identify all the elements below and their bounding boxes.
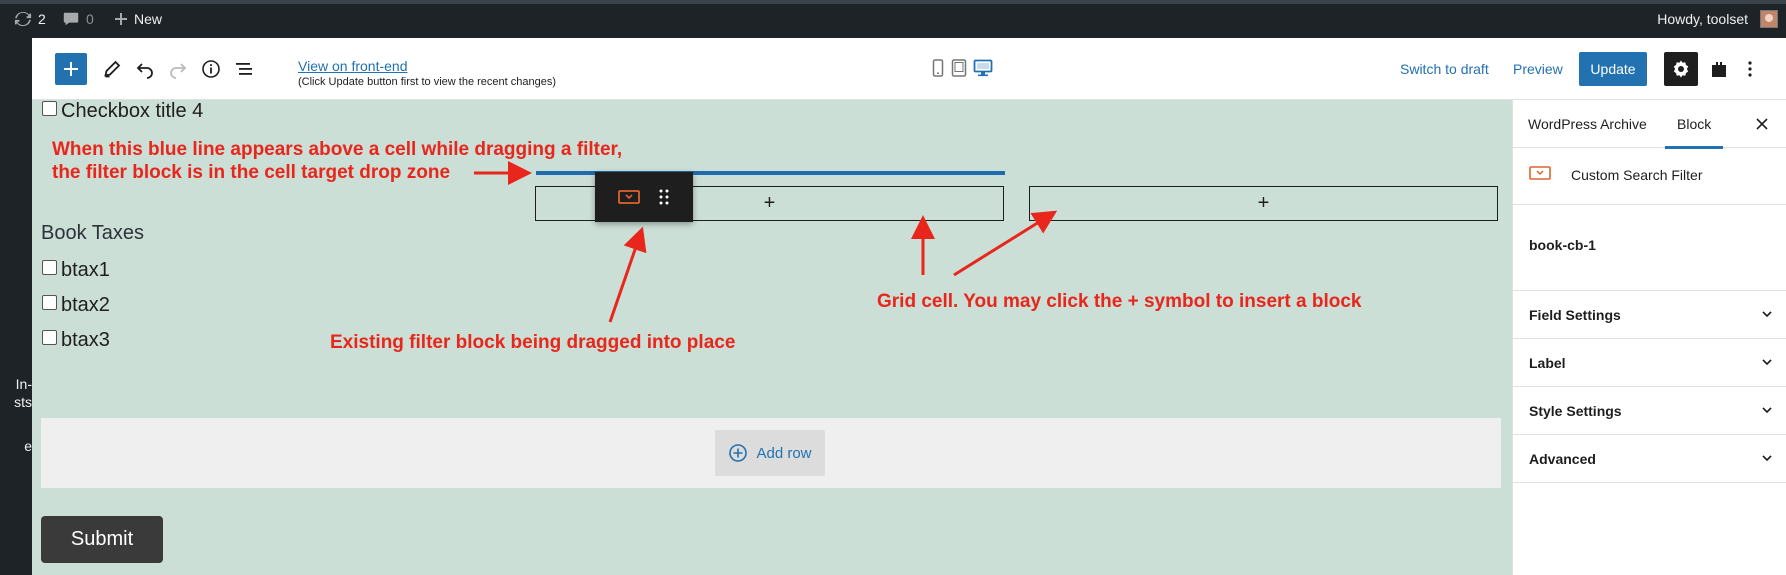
comments-count: 0 [86, 11, 94, 27]
settings-button[interactable] [1664, 52, 1698, 86]
block-card-title: Custom Search Filter [1571, 167, 1703, 183]
admin-bar-top-strip [0, 0, 1786, 4]
panel-field-settings[interactable]: Field Settings [1513, 291, 1786, 339]
menu-fragment[interactable]: In- [16, 376, 32, 392]
avatar [1760, 10, 1778, 28]
plus-icon [115, 13, 127, 25]
block-plugin-button[interactable] [1703, 53, 1735, 85]
block-card: Custom Search Filter [1513, 148, 1786, 205]
panel-label[interactable]: Label [1513, 339, 1786, 387]
comments-item[interactable]: 0 [62, 0, 94, 38]
admin-left-menu: In- sts e [0, 38, 32, 575]
switch-to-draft-button[interactable]: Switch to draft [1400, 61, 1489, 77]
block-slug: book-cb-1 [1529, 237, 1596, 253]
list-view-icon [236, 63, 252, 75]
preview-button[interactable]: Preview [1513, 61, 1563, 77]
chevron-down-icon [1762, 455, 1772, 462]
sidebar-tabs: WordPress Archive Block [1513, 100, 1786, 149]
tablet-icon[interactable] [951, 59, 967, 77]
close-sidebar-button[interactable] [1750, 112, 1774, 136]
updates-count: 2 [38, 11, 46, 27]
tab-block[interactable]: Block [1664, 100, 1724, 149]
panel-style-settings[interactable]: Style Settings [1513, 387, 1786, 435]
settings-sidebar: WordPress Archive Block Custom Search Fi… [1512, 100, 1786, 575]
view-on-front-end-link[interactable]: View on front-end [298, 58, 407, 74]
filter-block-icon [1529, 166, 1551, 180]
panel-title: Field Settings [1529, 307, 1621, 323]
my-account-item[interactable]: Howdy, toolset [1657, 0, 1778, 38]
new-content-item[interactable]: New [114, 0, 162, 38]
editor-header: View on front-end (Click Update button f… [32, 38, 1786, 100]
menu-fragment[interactable]: sts [14, 394, 32, 410]
update-button[interactable]: Update [1579, 52, 1647, 86]
tools-button[interactable] [96, 53, 128, 85]
tab-wordpress-archive[interactable]: WordPress Archive [1528, 100, 1647, 148]
annotation-blue-line-1: When this blue line appears above a cell… [52, 139, 623, 160]
editor-canvas: Checkbox title 4 + + Book Taxes btax1 bt… [32, 100, 1512, 575]
view-note: (Click Update button first to view the r… [298, 76, 557, 88]
arrow-to-dragged-block [608, 226, 647, 323]
panel-title: Advanced [1529, 451, 1596, 467]
chevron-down-icon [1762, 359, 1772, 366]
admin-bar: 2 0 New Howdy, toolset [0, 0, 1786, 38]
info-icon [202, 60, 220, 78]
pencil-icon [104, 60, 121, 78]
arrow-to-grid-cell-2 [953, 210, 1058, 277]
block-inserter-button[interactable] [55, 53, 87, 85]
more-options-button[interactable] [1734, 53, 1766, 85]
desktop-icon[interactable] [973, 59, 993, 77]
menu-fragment[interactable]: e [24, 438, 32, 454]
panel-title: Label [1529, 355, 1566, 371]
undo-icon [136, 63, 153, 79]
redo-button[interactable] [162, 53, 194, 85]
redo-icon [170, 63, 187, 79]
comment-icon [63, 12, 79, 26]
more-vertical-icon [1748, 61, 1752, 77]
close-icon [1756, 118, 1768, 130]
details-button[interactable] [195, 53, 227, 85]
panel-advanced[interactable]: Advanced [1513, 435, 1786, 483]
block-plugin-icon [1712, 62, 1726, 77]
annotation-dragged: Existing filter block being dragged into… [330, 332, 736, 353]
chevron-down-icon [1762, 407, 1772, 414]
panel-title: Style Settings [1529, 403, 1622, 419]
refresh-icon [14, 11, 32, 27]
howdy-text: Howdy, toolset [1657, 11, 1748, 27]
gear-icon [1673, 60, 1689, 78]
mobile-icon[interactable] [932, 59, 944, 77]
undo-button[interactable] [129, 53, 161, 85]
annotation-grid-cell: Grid cell. You may click the + symbol to… [877, 291, 1362, 312]
chevron-down-icon [1762, 311, 1772, 318]
list-view-button[interactable] [228, 53, 260, 85]
plus-icon [64, 62, 78, 76]
updates-item[interactable]: 2 [14, 0, 46, 38]
block-slug-panel: book-cb-1 [1513, 205, 1786, 291]
annotation-blue-line-2: the filter block is in the cell target d… [52, 162, 451, 183]
new-label: New [134, 11, 163, 27]
